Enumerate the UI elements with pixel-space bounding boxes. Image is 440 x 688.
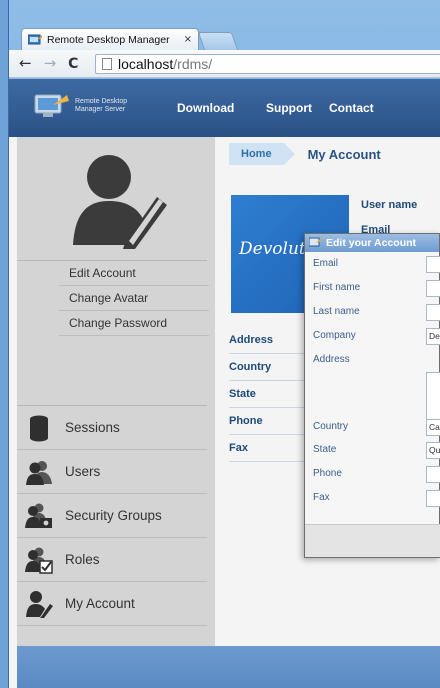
dialog-footer <box>305 524 440 557</box>
site-logo[interactable]: Remote Desktop Manager Server <box>31 91 127 121</box>
page-icon <box>102 58 112 70</box>
new-tab-button[interactable] <box>197 32 239 50</box>
menu-support-label: Support <box>266 101 312 115</box>
dialog-titlebar[interactable]: Edit your Account <box>305 234 439 252</box>
sidebar-item-users[interactable]: Users <box>17 450 207 494</box>
site-header: Remote Desktop Manager Server Download S… <box>9 79 440 137</box>
edit-account-dialog: Edit your Account Email First name Last … <box>304 233 440 558</box>
sidebar-item-sessions[interactable]: Sessions <box>17 406 207 450</box>
country-select[interactable]: Canada <box>426 419 440 436</box>
sidebar-item-my-account[interactable]: My Account <box>17 582 207 626</box>
sidebar-item-label: My Account <box>65 596 135 611</box>
fax-field[interactable] <box>426 490 440 507</box>
back-button[interactable]: ← <box>19 56 32 71</box>
menu-support[interactable]: Support <box>266 79 312 137</box>
state-select[interactable]: Quebec <box>426 442 440 459</box>
rdm-dialog-icon <box>309 237 321 247</box>
browser-toolbar: ← → C localhost/rdms/ <box>9 50 440 78</box>
user-avatar-icon <box>73 155 167 249</box>
logo-line-2: Manager Server <box>75 106 126 113</box>
last-name-field[interactable] <box>426 304 440 321</box>
breadcrumb: Home My Account <box>229 143 381 165</box>
sidebar-nav: Sessions Users Security Groups Roles My … <box>17 405 207 626</box>
page-title: My Account <box>307 146 381 162</box>
sidebar-item-label: Security Groups <box>65 508 162 523</box>
phone-field[interactable] <box>426 466 440 483</box>
sidebar-item-label: Roles <box>65 552 100 567</box>
company-field[interactable]: Devolutions <box>426 328 440 345</box>
dialog-phone-label: Phone <box>313 468 342 479</box>
dialog-fax-label: Fax <box>313 492 330 503</box>
rdm-favicon-icon <box>28 34 42 44</box>
tab-strip: Remote Desktop Manager × <box>9 22 440 50</box>
edit-account-link[interactable]: Edit Account <box>59 261 209 286</box>
dialog-last-name-label: Last name <box>313 306 360 317</box>
rdm-logo-icon <box>34 94 69 117</box>
sidebar-item-label: Users <box>65 464 101 479</box>
email-field[interactable] <box>426 256 440 273</box>
logo-line-1: Remote Desktop <box>75 98 128 105</box>
logo-text: Remote Desktop Manager Server <box>75 98 127 114</box>
roles-icon <box>25 547 53 574</box>
dialog-first-name-label: First name <box>313 282 361 293</box>
change-password-link[interactable]: Change Password <box>59 311 209 336</box>
sidebar-item-roles[interactable]: Roles <box>17 538 207 582</box>
site-footer <box>17 646 440 688</box>
dialog-address-label: Address <box>313 354 350 365</box>
database-icon <box>30 415 48 441</box>
sidebar-item-label: Sessions <box>65 420 120 435</box>
menu-contact[interactable]: Contact <box>329 79 374 137</box>
change-avatar-link[interactable]: Change Avatar <box>59 286 209 311</box>
menu-download[interactable]: Download <box>177 79 234 137</box>
sidebar-item-security-groups[interactable]: Security Groups <box>17 494 207 538</box>
url-path: /rdms/ <box>173 56 213 72</box>
url-host: localhost <box>118 56 174 72</box>
forward-button[interactable]: → <box>44 56 57 71</box>
dialog-state-label: State <box>313 444 337 455</box>
close-tab-icon[interactable]: × <box>184 34 192 45</box>
menu-download-label: Download <box>177 101 235 115</box>
first-name-field[interactable] <box>426 280 440 297</box>
menu-contact-label: Contact <box>329 101 374 115</box>
dialog-country-label: Country <box>313 421 349 432</box>
dialog-email-label: Email <box>313 258 339 269</box>
dialog-company-label: Company <box>313 330 356 341</box>
account-links: Edit Account Change Avatar Change Passwo… <box>17 260 209 336</box>
breadcrumb-home[interactable]: Home <box>229 143 295 165</box>
user-name-label: User name <box>361 199 418 211</box>
browser-tab[interactable]: Remote Desktop Manager × <box>21 28 199 50</box>
user-edit-icon <box>26 590 53 618</box>
dialog-body: Email First name Last name Company Devol… <box>305 252 440 552</box>
sidebar: Edit Account Change Avatar Change Passwo… <box>17 137 215 646</box>
reload-button[interactable]: C <box>68 57 78 71</box>
tab-title: Remote Desktop Manager <box>47 33 170 46</box>
dialog-title: Edit your Account <box>326 237 417 249</box>
address-bar[interactable]: localhost/rdms/ <box>95 54 440 74</box>
security-groups-icon <box>25 503 52 528</box>
users-icon <box>26 460 52 485</box>
